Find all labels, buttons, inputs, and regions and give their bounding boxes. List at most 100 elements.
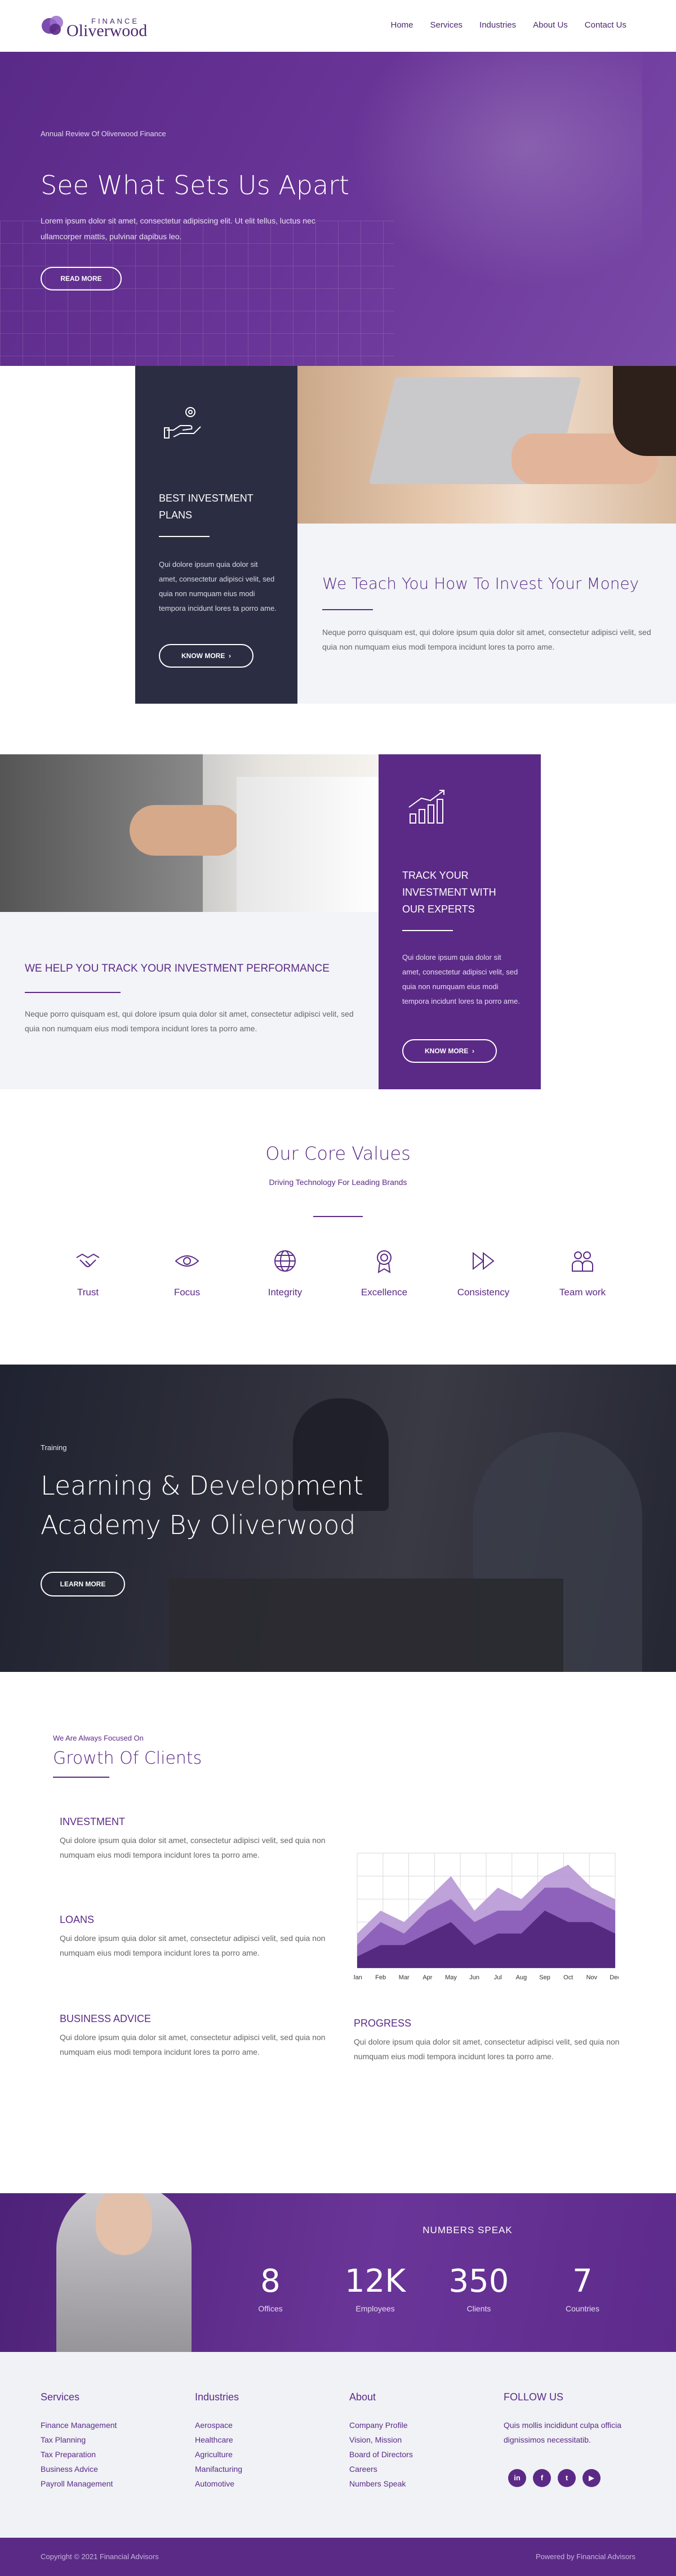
know-more-button[interactable]: KNOW MORE › [159, 644, 254, 668]
facebook-icon[interactable]: f [533, 2469, 551, 2487]
teach-text: Neque porro quisquam est, qui dolore ips… [322, 628, 651, 651]
footer-column-industries: Industries Aerospace Healthcare Agricult… [195, 2391, 242, 2491]
stat-value: 8 [260, 2263, 281, 2300]
value-trust: Trust [54, 1249, 122, 1298]
logo[interactable]: FINANCE Oliverwood [41, 12, 159, 40]
powered-by-text: Powered by Financial Advisors [535, 2552, 635, 2561]
growth-item-title: LOANS [60, 1914, 95, 1925]
site-header: FINANCE Oliverwood Home Services Industr… [0, 0, 676, 52]
footer-link[interactable]: Automotive [195, 2476, 242, 2491]
growth-chart-icon [408, 790, 444, 824]
hair-shape [613, 366, 676, 456]
core-values-title: Our Core Values [265, 1143, 411, 1164]
footer-heading: Services [41, 2391, 80, 2403]
footer-link[interactable]: Numbers Speak [349, 2476, 413, 2491]
track-performance-text: Neque porro quisquam est, qui dolore ips… [25, 1009, 354, 1033]
footer-link[interactable]: Aerospace [195, 2418, 242, 2432]
shirt-shape [237, 777, 379, 912]
chart-x-tick-label: Apr [422, 1974, 432, 1981]
chart-x-tick-label: Jan [354, 1974, 362, 1981]
divider [25, 992, 121, 993]
value-label: Consistency [457, 1287, 510, 1298]
learn-more-button[interactable]: LEARN MORE [41, 1572, 125, 1596]
footer-link[interactable]: Company Profile [349, 2418, 413, 2432]
handshake-image [0, 754, 379, 912]
nav-industries[interactable]: Industries [479, 20, 516, 30]
value-teamwork: Team work [549, 1249, 616, 1298]
divider [159, 536, 210, 537]
nav-about[interactable]: About Us [533, 20, 568, 30]
hero-section: Annual Review Of Oliverwood Finance See … [0, 52, 676, 366]
chart-x-tick-label: Dec [610, 1974, 619, 1981]
track-expert-text: Qui dolore ipsum quia dolor sit amet, co… [402, 953, 520, 1005]
youtube-icon[interactable]: ▶ [582, 2469, 601, 2487]
team-icon [572, 1251, 593, 1272]
globe-icon [274, 1250, 296, 1272]
laptop-hands-image [297, 366, 676, 524]
fast-forward-icon [473, 1251, 495, 1271]
value-excellence: Excellence [350, 1249, 418, 1298]
footer-link[interactable]: Careers [349, 2462, 413, 2476]
eye-icon [175, 1255, 199, 1267]
stat-value: 7 [572, 2263, 593, 2300]
academy-title: Learning & Development Academy By Oliver… [41, 1470, 363, 1540]
investment-plans-card: BEST INVESTMENT PLANS Qui dolore ipsum q… [135, 366, 297, 704]
track-performance-section: WE HELP YOU TRACK YOUR INVESTMENT PERFOR… [0, 912, 379, 1089]
footer-column-about: About Company Profile Vision, Mission Bo… [349, 2391, 413, 2491]
value-label: Excellence [361, 1287, 408, 1298]
award-icon [377, 1250, 392, 1273]
footer-link[interactable]: Board of Directors [349, 2447, 413, 2462]
linkedin-icon[interactable]: in [508, 2469, 526, 2487]
chart-x-tick-label: Aug [516, 1974, 527, 1981]
stat-value: 12K [345, 2263, 406, 2300]
chart-x-tick-label: Jun [469, 1974, 479, 1981]
value-focus: Focus [153, 1249, 221, 1298]
stat-label: Offices [258, 2304, 283, 2313]
numbers-title: NUMBERS SPEAK [422, 2225, 513, 2235]
know-more-button[interactable]: KNOW MORE › [402, 1039, 497, 1063]
stat-label: Countries [566, 2304, 599, 2313]
investment-plans-text: Qui dolore ipsum quia dolor sit amet, co… [159, 560, 277, 612]
copyright-text: Copyright © 2021 Financial Advisors [41, 2552, 159, 2561]
footer-link[interactable]: Tax Planning [41, 2432, 117, 2447]
value-label: Focus [174, 1287, 201, 1298]
stat-offices: 8 Offices [231, 2263, 310, 2313]
know-more-label: KNOW MORE [425, 1047, 469, 1055]
nav-services[interactable]: Services [430, 20, 463, 30]
footer-link[interactable]: Vision, Mission [349, 2432, 413, 2447]
main-nav: Home Services Industries About Us Contac… [391, 20, 627, 30]
nav-contact[interactable]: Contact Us [585, 20, 626, 30]
footer-link[interactable]: Agriculture [195, 2447, 242, 2462]
nav-home[interactable]: Home [391, 20, 413, 30]
stat-label: Clients [466, 2304, 491, 2313]
teach-title: We Teach You How To Invest Your Money [322, 574, 639, 593]
value-label: Team work [559, 1287, 606, 1298]
stat-clients: 350 Clients [439, 2263, 518, 2313]
footer-bottom-bar: Copyright © 2021 Financial Advisors Powe… [0, 2538, 676, 2576]
growth-item-text: Qui dolore ipsum quia dolor sit amet, co… [60, 1836, 326, 1859]
hand-coin-icon [164, 407, 201, 439]
footer-link[interactable]: Finance Management [41, 2418, 117, 2432]
divider [402, 930, 453, 931]
stat-employees: 12K Employees [336, 2263, 415, 2313]
growth-item-text: Qui dolore ipsum quia dolor sit amet, co… [60, 1934, 326, 1957]
hero-title: See What Sets Us Apart [41, 170, 350, 200]
core-values-subtitle: Driving Technology For Leading Brands [269, 1178, 407, 1187]
read-more-button[interactable]: READ MORE [41, 267, 122, 290]
academy-eyebrow: Training [41, 1443, 67, 1452]
investment-plans-title: BEST INVESTMENT PLANS [159, 493, 254, 521]
chart-x-tick-label: Nov [586, 1974, 598, 1981]
track-expert-card: TRACK YOUR INVESTMENT WITH OUR EXPERTS Q… [379, 754, 541, 1089]
growth-title: Growth Of Clients [53, 1748, 202, 1768]
footer-link[interactable]: Manifacturing [195, 2462, 242, 2476]
footer-heading: About [349, 2391, 376, 2403]
footer-link[interactable]: Healthcare [195, 2432, 242, 2447]
footer-link[interactable]: Tax Preparation [41, 2447, 117, 2462]
footer-link[interactable]: Payroll Management [41, 2476, 117, 2491]
track-expert-title: TRACK YOUR INVESTMENT WITH OUR EXPERTS [402, 870, 496, 915]
twitter-icon[interactable]: t [558, 2469, 576, 2487]
footer-link[interactable]: Business Advice [41, 2462, 117, 2476]
chart-x-tick-label: Mar [399, 1974, 410, 1981]
chart-x-tick-label: May [445, 1974, 457, 1981]
logo-mark-icon [42, 16, 63, 35]
